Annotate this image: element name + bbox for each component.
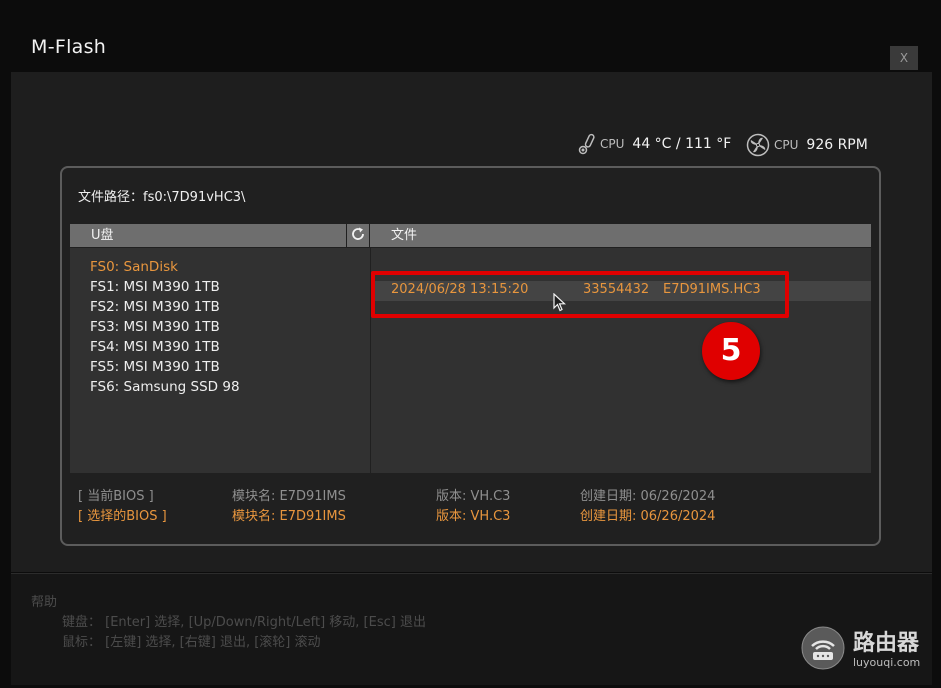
drive-item-fs2[interactable]: FS2: MSI M390 1TB [90, 299, 220, 315]
drive-item-fs1[interactable]: FS1: MSI M390 1TB [90, 279, 220, 295]
close-button[interactable]: X [890, 46, 918, 70]
step-badge: 5 [702, 322, 760, 380]
cpu-fan-label: CPU [774, 138, 799, 152]
refresh-icon [350, 226, 366, 246]
drive-item-fs3[interactable]: FS3: MSI M390 1TB [90, 319, 220, 335]
current-bios-version: 版本: VH.C3 [436, 489, 511, 504]
selected-bios-version: 版本: VH.C3 [436, 509, 511, 524]
selected-bios-module: 模块名: E7D91IMS [232, 509, 346, 524]
refresh-button[interactable] [347, 224, 369, 247]
fan-icon [746, 133, 770, 157]
cpu-temp-label: CPU [600, 137, 625, 151]
file-path: 文件路径：fs0:\7D91vHC3\ [78, 186, 245, 205]
cpu-fan-readout: CPU 926 RPM [746, 133, 868, 157]
watermark-title: 路由器 [853, 630, 920, 656]
cpu-temp-readout: CPU 44 °C / 111 °F [576, 133, 731, 155]
highlight-box [371, 271, 789, 318]
thermometer-icon [576, 133, 596, 155]
file-path-value: fs0:\7D91vHC3\ [143, 190, 246, 205]
cpu-temp-value: 44 °C / 111 °F [632, 136, 732, 152]
help-keyboard: 键盘： [Enter] 选择, [Up/Down/Right/Left] 移动,… [62, 615, 426, 630]
drive-item-fs4[interactable]: FS4: MSI M390 1TB [90, 339, 220, 355]
watermark: 路由器 luyouqi.com [801, 626, 920, 674]
files-header: 文件 [370, 224, 871, 247]
file-path-label: 文件路径： [78, 190, 144, 205]
watermark-url: luyouqi.com [853, 655, 921, 669]
current-bios-date: 创建日期: 06/26/2024 [580, 489, 716, 504]
mouse-cursor-icon [553, 292, 567, 317]
selected-bios-label: [ 选择的BIOS ] [78, 509, 167, 524]
current-bios-label: [ 当前BIOS ] [78, 489, 154, 504]
drives-header: U盘 [70, 224, 346, 247]
help-title: 帮助 [31, 595, 58, 610]
window-title: M-Flash [31, 36, 107, 58]
help-mouse: 鼠标： [左键] 选择, [右键] 退出, [滚轮] 滚动 [62, 635, 321, 650]
drive-item-fs5[interactable]: FS5: MSI M390 1TB [90, 359, 220, 375]
current-bios-module: 模块名: E7D91IMS [232, 489, 346, 504]
cpu-fan-value: 926 RPM [806, 137, 868, 153]
drive-item-fs0[interactable]: FS0: SanDisk [90, 259, 178, 275]
router-logo-icon [801, 626, 845, 674]
drive-item-fs6[interactable]: FS6: Samsung SSD 98 [90, 379, 240, 395]
selected-bios-date: 创建日期: 06/26/2024 [580, 509, 716, 524]
